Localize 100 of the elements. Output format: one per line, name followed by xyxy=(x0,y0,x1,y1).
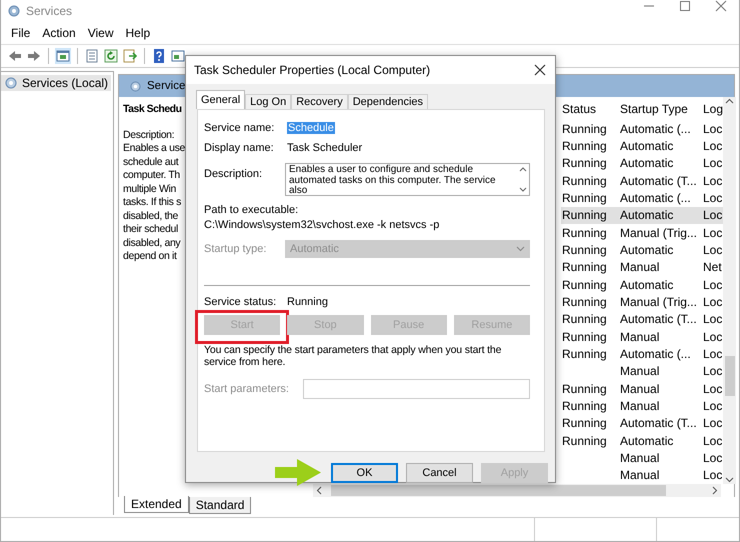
log-on-cell-text: Net xyxy=(702,259,723,276)
list-row[interactable]: Running Automatic Loc xyxy=(561,432,724,450)
column-header[interactable]: Log xyxy=(702,99,724,119)
horizontal-scrollbar[interactable] xyxy=(313,484,721,497)
column-header[interactable]: Status xyxy=(561,99,619,119)
description-text: disabled, any xyxy=(123,236,180,250)
log-on-cell-text: Loc xyxy=(702,311,724,328)
tab[interactable]: Dependencies xyxy=(348,94,428,109)
maximize-icon[interactable] xyxy=(679,0,691,12)
scroll-up-icon[interactable] xyxy=(725,97,734,106)
refresh-icon[interactable] xyxy=(103,48,119,64)
scroll-thumb[interactable] xyxy=(331,485,666,496)
tree-item[interactable]: Services (Local) xyxy=(1,75,112,91)
help-icon[interactable] xyxy=(151,48,167,64)
list-row[interactable]: Running Automatic Loc xyxy=(561,206,724,224)
startup-type-cell-text: Automatic xyxy=(619,138,674,155)
startup-type-cell-text: Automatic (T... xyxy=(619,172,698,190)
status-cell-text: Running xyxy=(561,120,608,138)
status-cell-text: Running xyxy=(561,398,608,415)
list-row[interactable]: Running Automatic Loc xyxy=(561,154,724,172)
tab[interactable]: Recovery xyxy=(291,94,348,109)
console-tree-icon[interactable] xyxy=(55,48,71,64)
column-header[interactable]: Startup Type xyxy=(619,99,702,119)
list-row[interactable]: Running Automatic Loc xyxy=(561,241,724,259)
service-name-value: Schedule xyxy=(287,122,335,134)
log-on-cell-text: Loc xyxy=(702,172,724,190)
tab[interactable]: General xyxy=(196,90,246,109)
dialog-button[interactable]: OK xyxy=(331,462,398,482)
log-on-cell-text: Loc xyxy=(702,467,724,484)
startup-type-cell-text: Manual xyxy=(619,450,660,467)
list-row[interactable]: Manual Loc xyxy=(561,362,724,380)
status-cell-text: Running xyxy=(561,172,608,190)
startup-type-cell-text: Automatic xyxy=(619,207,674,224)
description-text: disabled, the xyxy=(123,210,178,223)
log-on-cell-text: Loc xyxy=(702,294,724,311)
scroll-up-icon[interactable] xyxy=(518,166,526,172)
list-row[interactable]: Running Manual (Trig... Loc xyxy=(561,224,724,242)
list-row[interactable]: Manual Loc xyxy=(561,449,724,467)
export-icon[interactable] xyxy=(122,48,138,64)
list-row[interactable]: Running Automatic (... Loc xyxy=(561,345,724,363)
list-row[interactable]: Running Automatic Loc xyxy=(561,137,724,155)
list-row[interactable]: Running Manual (Trig... Loc xyxy=(561,293,724,311)
menu-item[interactable]: Action xyxy=(36,24,82,42)
menu-item[interactable]: Help xyxy=(120,24,156,42)
scroll-down-icon[interactable] xyxy=(518,187,526,193)
startup-type-cell-text: Automatic (... xyxy=(619,346,692,363)
properties-icon[interactable] xyxy=(84,48,100,64)
list-row[interactable]: Running Manual Loc xyxy=(561,328,724,346)
dialog-button[interactable]: Cancel xyxy=(406,462,473,482)
log-on-cell-text: Loc xyxy=(702,120,724,138)
startup-type-cell-text: Manual xyxy=(619,398,660,415)
window-title: Services xyxy=(26,4,72,18)
description-text: Enables a use xyxy=(123,142,185,156)
chevron-down-icon xyxy=(516,246,525,252)
description-label: Description: xyxy=(123,128,174,142)
tab[interactable]: Log On xyxy=(245,94,292,109)
list-row[interactable]: Running Manual Loc xyxy=(561,380,724,398)
log-on-cell-text: Loc xyxy=(702,138,724,155)
description-text: multiple Win xyxy=(123,182,176,196)
view-icon[interactable] xyxy=(170,48,186,64)
list-row[interactable]: Running Automatic (... Loc xyxy=(561,189,724,207)
startup-type-cell-text: Manual xyxy=(619,467,660,484)
status-cell-text: Running xyxy=(561,207,608,224)
log-on-cell-text: Loc xyxy=(702,224,724,242)
gear-icon xyxy=(4,76,18,90)
list-row[interactable]: Running Automatic (T... Loc xyxy=(561,172,724,190)
description-box[interactable]: Enables a user to configure and schedule automated tasks on this computer. The service also xyxy=(285,163,530,196)
list-row[interactable]: Running Manual Net xyxy=(561,258,724,276)
startup-type-cell-text: Manual xyxy=(619,259,660,276)
scroll-thumb[interactable] xyxy=(724,356,735,396)
field-label: Start parameters: xyxy=(204,383,290,395)
service-title: Task Schedu xyxy=(123,103,182,116)
list-row[interactable]: Running Manual Loc xyxy=(561,397,724,415)
dialog-title: Task Scheduler Properties (Local Computer) xyxy=(194,63,430,77)
view-tab[interactable]: Standard xyxy=(188,497,252,514)
vertical-scrollbar[interactable] xyxy=(723,97,736,484)
log-on-cell-text: Loc xyxy=(702,276,724,294)
startup-type-cell-text: Manual (Trig... xyxy=(619,294,698,311)
list-row[interactable]: Running Automatic (T... Loc xyxy=(561,414,724,432)
scroll-down-icon[interactable] xyxy=(725,475,734,484)
startup-type-cell-text: Manual xyxy=(619,380,660,398)
list-row[interactable]: Running Automatic Loc xyxy=(561,276,724,294)
status-cell-text: Running xyxy=(561,294,608,311)
list-row[interactable]: Manual Loc xyxy=(561,466,724,484)
list-row[interactable]: Running Automatic (T... Loc xyxy=(561,310,724,328)
log-on-cell-text: Loc xyxy=(702,450,724,467)
status-cell-text: Running xyxy=(561,138,608,155)
list-row[interactable]: Running Automatic (... Loc xyxy=(561,120,724,138)
close-icon[interactable] xyxy=(534,64,546,76)
log-on-cell-text: Loc xyxy=(702,242,724,259)
log-on-cell-text: Loc xyxy=(702,328,724,346)
status-cell-text: Running xyxy=(561,224,608,242)
log-on-cell-text: Loc xyxy=(702,380,724,398)
startup-type-cell-text: Automatic (T... xyxy=(619,311,698,328)
back-arrow-icon[interactable] xyxy=(7,48,23,64)
view-tab[interactable]: Extended xyxy=(124,496,189,513)
forward-arrow-icon[interactable] xyxy=(26,48,42,64)
menu-item[interactable]: View xyxy=(82,24,120,42)
menu-item[interactable]: File xyxy=(5,24,36,42)
log-on-cell-text: Loc xyxy=(702,155,724,172)
